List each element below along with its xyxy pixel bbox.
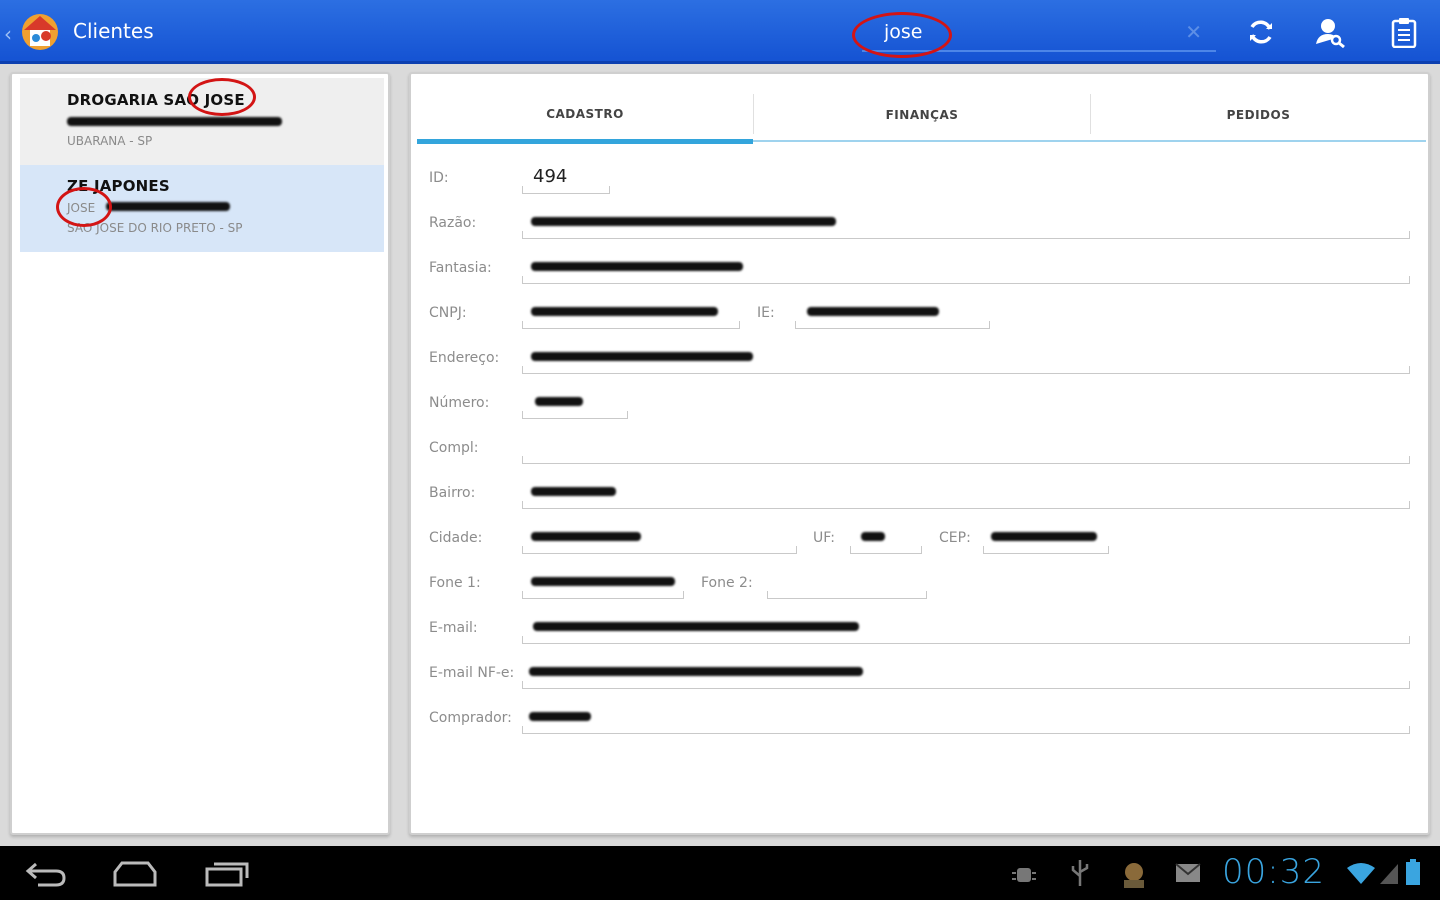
wifi-icon [1347,863,1375,884]
redacted-text [106,202,230,211]
fantasia-field[interactable] [522,276,1410,284]
id-label: ID: [429,170,449,186]
clear-search-icon[interactable]: ✕ [1185,20,1202,44]
up-caret-icon[interactable]: ‹ [4,22,12,46]
signal-icon [1380,864,1398,884]
ie-label: IE: [757,305,775,321]
battery-icon [1406,859,1420,885]
system-bar: 00:32 [0,846,1440,900]
email-nfe-field[interactable] [522,681,1410,689]
redacted-text [531,217,836,226]
redacted-text [531,532,641,541]
redacted-text [67,117,282,126]
tab-pedidos[interactable]: PEDIDOS [1091,88,1426,142]
search-input[interactable] [862,14,1172,50]
razao-field[interactable] [522,231,1410,239]
fantasia-label: Fantasia: [429,260,492,276]
home-icon[interactable] [112,860,158,888]
endereco-label: Endereço: [429,350,500,366]
compl-field[interactable] [522,456,1410,464]
redacted-text [533,622,859,631]
client-name: ZE JAPONES [67,177,170,195]
redacted-text [531,352,753,361]
recent-apps-icon[interactable] [204,860,250,888]
uf-field[interactable] [850,546,922,554]
app-title: Clientes [73,19,154,43]
redacted-text [991,532,1097,541]
client-list: DROGARIA SAO JOSE UBARANA - SP ZE JAPONE… [10,72,390,835]
cidade-label: Cidade: [429,530,483,546]
notification-avatar-icon [1124,863,1144,888]
fone1-label: Fone 1: [429,575,481,591]
comprador-field[interactable] [522,726,1410,734]
user-search-icon [1316,19,1345,48]
redacted-text [807,307,939,316]
fone2-label: Fone 2: [701,575,753,591]
redacted-text [529,712,591,721]
android-debug-icon [1012,868,1036,882]
redacted-text [531,577,675,586]
cep-label: CEP: [939,530,971,546]
numero-label: Número: [429,395,490,411]
endereco-field[interactable] [522,366,1410,374]
id-value: 494 [533,166,568,187]
cidade-field[interactable] [522,546,797,554]
client-name: DROGARIA SAO JOSE [67,91,245,109]
ie-field[interactable] [795,321,990,329]
client-subtitle: JOSE [67,201,96,215]
list-item[interactable]: DROGARIA SAO JOSE UBARANA - SP [20,78,384,165]
cnpj-label: CNPJ: [429,305,467,321]
action-bar: ‹ Clientes ✕ [0,0,1440,64]
bairro-label: Bairro: [429,485,476,501]
fone1-field[interactable] [522,591,684,599]
tab-bar: CADASTRO FINANÇAS PEDIDOS [417,88,1426,144]
mail-icon [1175,863,1201,882]
razao-label: Razão: [429,215,477,231]
back-icon[interactable] [24,860,68,888]
tab-cadastro[interactable]: CADASTRO [417,88,753,144]
redacted-text [531,487,616,496]
fone2-field[interactable] [767,591,927,599]
bairro-field[interactable] [522,501,1410,509]
cnpj-field[interactable] [522,321,740,329]
numero-field[interactable] [522,411,628,419]
search-box[interactable]: ✕ [862,14,1216,52]
comprador-label: Comprador: [429,710,512,726]
redacted-text [529,667,863,676]
app-logo-icon[interactable] [16,6,64,54]
client-search-button[interactable] [1312,14,1348,50]
refresh-button[interactable] [1243,14,1279,50]
list-item[interactable]: ZE JAPONES JOSE SAO JOSE DO RIO PRETO - … [20,165,384,252]
tab-financas[interactable]: FINANÇAS [754,88,1090,142]
usb-icon [1071,860,1089,886]
redacted-text [535,397,583,406]
email-nfe-label: E-mail NF-e: [429,665,515,681]
cep-field[interactable] [983,546,1109,554]
client-location: SAO JOSE DO RIO PRETO - SP [67,221,243,235]
refresh-icon [1250,20,1272,44]
compl-label: Compl: [429,440,479,456]
clipboard-button[interactable] [1386,14,1422,50]
redacted-text [861,532,885,541]
email-label: E-mail: [429,620,478,636]
client-location: UBARANA - SP [67,134,153,148]
redacted-text [531,307,718,316]
id-field[interactable] [522,186,610,194]
uf-label: UF: [813,530,835,546]
email-field[interactable] [522,636,1410,644]
redacted-text [531,262,743,271]
client-detail: CADASTRO FINANÇAS PEDIDOS ID: 494 Razão:… [409,72,1430,835]
clock: 00:32 [1222,852,1325,892]
clipboard-icon [1391,18,1417,48]
